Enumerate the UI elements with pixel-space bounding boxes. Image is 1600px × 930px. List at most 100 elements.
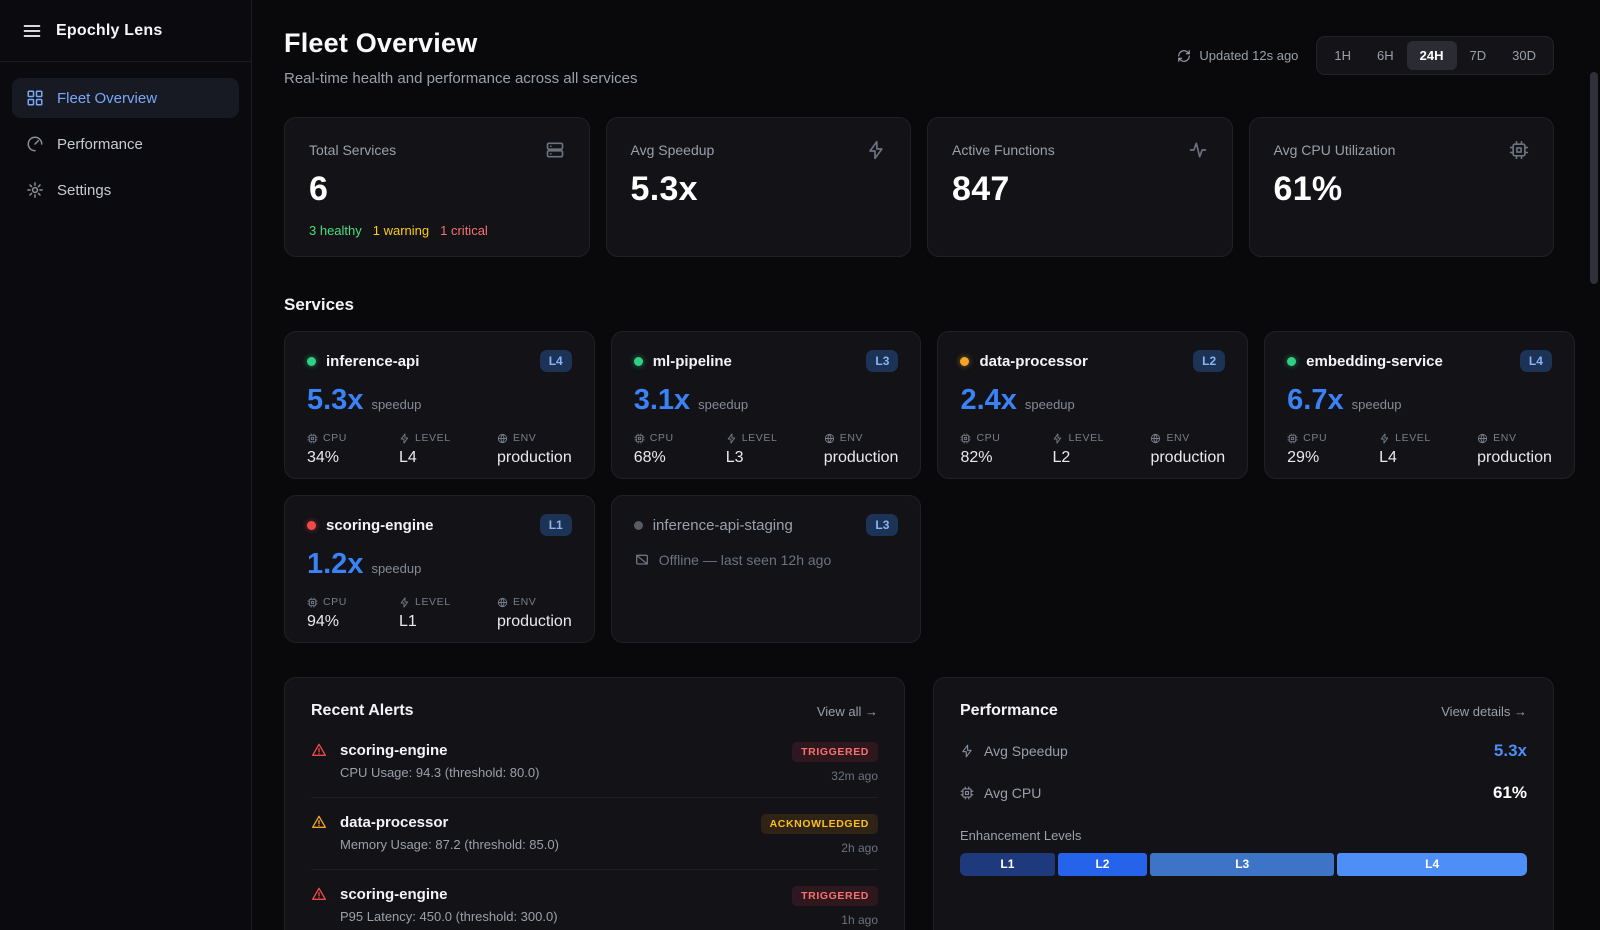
speedup-suffix: speedup — [1352, 397, 1402, 412]
perf-label-text: Avg CPU — [984, 785, 1041, 801]
alert-time: 1h ago — [841, 913, 878, 927]
metric-cpu: CPU 29% — [1287, 432, 1379, 467]
perf-value: 5.3x — [1494, 741, 1527, 761]
sidebar-header: Epochly Lens — [0, 0, 251, 62]
metric-label-text: LEVEL — [415, 432, 451, 444]
globe-icon — [497, 597, 508, 608]
stat-card-avg-speedup: Avg Speedup 5.3x — [606, 117, 912, 257]
metric-label-text: ENV — [1493, 432, 1516, 444]
performance-title: Performance — [960, 702, 1058, 720]
level-segment-l2: L2 — [1058, 853, 1147, 876]
scrollbar[interactable] — [1590, 0, 1598, 930]
service-card-inference-api-staging[interactable]: inference-api-staging L3 Offline — last … — [611, 495, 922, 643]
metric-label-text: ENV — [1166, 432, 1189, 444]
metric-level: LEVEL L3 — [726, 432, 824, 467]
stat-value: 847 — [952, 170, 1208, 209]
metric-value: L4 — [399, 449, 497, 467]
scrollbar-thumb[interactable] — [1590, 72, 1598, 284]
alert-detail: CPU Usage: 94.3 (threshold: 80.0) — [340, 765, 779, 780]
view-details-link[interactable]: View details → — [1441, 704, 1527, 719]
service-card-data-processor[interactable]: data-processor L2 2.4x speedup CPU 82% L… — [937, 331, 1248, 479]
globe-icon — [824, 433, 835, 444]
app-root: Epochly Lens Fleet Overview Performance … — [0, 0, 1600, 930]
metric-value: 34% — [307, 449, 399, 467]
alert-row[interactable]: scoring-engine CPU Usage: 94.3 (threshol… — [311, 726, 878, 797]
alert-detail: Memory Usage: 87.2 (threshold: 85.0) — [340, 837, 748, 852]
globe-icon — [1150, 433, 1161, 444]
nav-label: Settings — [57, 182, 111, 199]
bolt-icon — [726, 433, 737, 444]
range-button-6h[interactable]: 6H — [1364, 41, 1407, 70]
metric-label-text: ENV — [513, 596, 536, 608]
service-card-scoring-engine[interactable]: scoring-engine L1 1.2x speedup CPU 94% L… — [284, 495, 595, 643]
metric-level: LEVEL L4 — [1379, 432, 1477, 467]
sidebar: Epochly Lens Fleet Overview Performance … — [0, 0, 252, 930]
sidebar-item-performance[interactable]: Performance — [12, 124, 239, 164]
perf-value: 61% — [1493, 783, 1527, 803]
service-card-embedding-service[interactable]: embedding-service L4 6.7x speedup CPU 29… — [1264, 331, 1575, 479]
level-badge: L4 — [1520, 350, 1552, 372]
speedup-suffix: speedup — [698, 397, 748, 412]
globe-icon — [497, 433, 508, 444]
speedup-value: 1.2x — [307, 548, 363, 581]
stat-card-active-functions: Active Functions 847 — [927, 117, 1233, 257]
updated-status: Updated 12s ago — [1177, 48, 1298, 63]
bolt-icon — [399, 597, 410, 608]
performance-rows: Avg Speedup 5.3x Avg CPU 61% — [960, 730, 1527, 814]
stat-card-total-services: Total Services 6 3 healthy 1 warning 1 c… — [284, 117, 590, 257]
range-button-7d[interactable]: 7D — [1457, 41, 1500, 70]
range-button-30d[interactable]: 30D — [1499, 41, 1549, 70]
page-header: Fleet Overview Real-time health and perf… — [284, 28, 1554, 87]
metric-env: ENV production — [824, 432, 899, 467]
metric-label-text: CPU — [323, 432, 347, 444]
status-badge: TRIGGERED — [792, 742, 878, 762]
offline-text: Offline — last seen 12h ago — [659, 552, 832, 568]
speedup-suffix: speedup — [371, 397, 421, 412]
view-all-link[interactable]: View all → — [817, 704, 878, 719]
bolt-icon — [960, 744, 974, 758]
offline-status: Offline — last seen 12h ago — [634, 552, 899, 568]
level-segment-l3: L3 — [1150, 853, 1334, 876]
speedup-value: 5.3x — [307, 384, 363, 417]
main-content: Fleet Overview Real-time health and perf… — [252, 0, 1600, 930]
range-button-24h[interactable]: 24H — [1407, 41, 1457, 70]
service-card-ml-pipeline[interactable]: ml-pipeline L3 3.1x speedup CPU 68% LEVE… — [611, 331, 922, 479]
globe-icon — [1477, 433, 1488, 444]
service-name: scoring-engine — [326, 517, 434, 534]
metric-label-text: CPU — [650, 432, 674, 444]
metric-value: production — [497, 449, 572, 467]
metric-label-text: LEVEL — [742, 432, 778, 444]
metric-value: L4 — [1379, 449, 1477, 467]
bolt-icon — [1379, 433, 1390, 444]
speedup-suffix: speedup — [371, 561, 421, 576]
alert-row[interactable]: data-processor Memory Usage: 87.2 (thres… — [311, 797, 878, 869]
speedup-value: 2.4x — [960, 384, 1016, 417]
time-range-control: 1H 6H 24H 7D 30D — [1316, 36, 1554, 75]
service-name: inference-api-staging — [653, 517, 793, 534]
metric-label-text: CPU — [976, 432, 1000, 444]
fleet-health-summary: 3 healthy 1 warning 1 critical — [309, 223, 565, 238]
bottom-panels: Recent Alerts View all → scoring-engine … — [284, 677, 1554, 930]
service-name: ml-pipeline — [653, 353, 732, 370]
service-name: embedding-service — [1306, 353, 1443, 370]
services-grid: inference-api L4 5.3x speedup CPU 34% LE… — [284, 331, 1554, 643]
sidebar-item-fleet-overview[interactable]: Fleet Overview — [12, 78, 239, 118]
level-badge: L3 — [866, 350, 898, 372]
service-card-inference-api[interactable]: inference-api L4 5.3x speedup CPU 34% LE… — [284, 331, 595, 479]
alert-service: data-processor — [340, 814, 748, 831]
alert-row[interactable]: scoring-engine P95 Latency: 450.0 (thres… — [311, 869, 878, 930]
nav-label: Performance — [57, 136, 143, 153]
range-button-1h[interactable]: 1H — [1321, 41, 1364, 70]
speedup-value: 6.7x — [1287, 384, 1343, 417]
metric-env: ENV production — [497, 596, 572, 631]
refresh-icon[interactable] — [1177, 49, 1191, 63]
menu-icon[interactable] — [22, 21, 42, 41]
app-title: Epochly Lens — [56, 22, 162, 40]
metric-env: ENV production — [1477, 432, 1552, 467]
warning-triangle-icon — [311, 886, 327, 902]
sidebar-item-settings[interactable]: Settings — [12, 170, 239, 210]
metric-level: LEVEL L1 — [399, 596, 497, 631]
perf-row-avg-speedup: Avg Speedup 5.3x — [960, 730, 1527, 772]
warning-count: 1 warning — [373, 223, 429, 238]
status-badge: TRIGGERED — [792, 886, 878, 906]
